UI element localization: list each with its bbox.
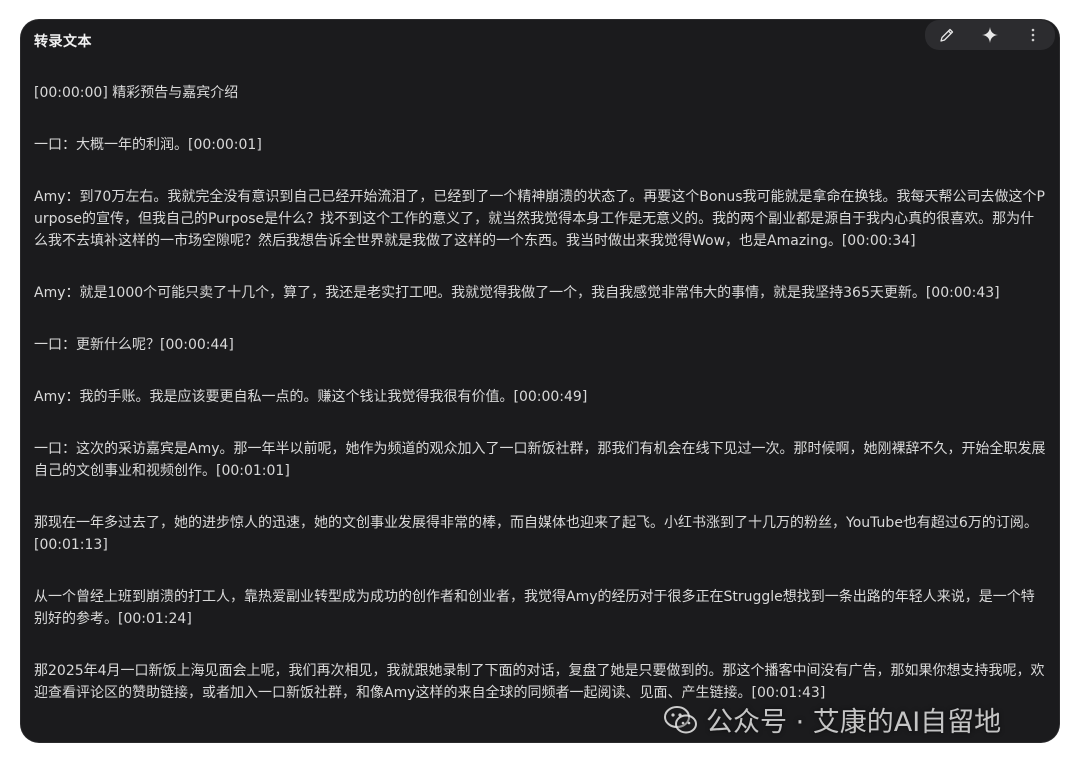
transcript-paragraph: 一口：大概一年的利润。[00:00:01]: [34, 137, 262, 153]
pencil-icon: [940, 28, 953, 42]
transcript-paragraph: [00:00:00] 精彩预告与嘉宾介绍: [34, 85, 239, 101]
more-vertical-icon: [1032, 28, 1035, 42]
transcript-paragraph: Amy：就是1000个可能只卖了十几个，算了，我还是老实打工吧。我就觉得我做了一…: [34, 285, 1000, 301]
watermark: 公众号 · 艾康的AI自留地: [664, 700, 1001, 739]
transcript-paragraph: 一口：更新什么呢？[00:00:44]: [34, 337, 234, 353]
transcript-panel: 转录文本 [00:00:00] 精彩预告与嘉宾介绍 一口：大概一年的利润。[00…: [21, 20, 1059, 742]
sparkle-icon: [981, 27, 998, 43]
transcript-paragraph: 那2025年4月一口新饭上海见面会上呢，我们再次相见，我就跟她录制了下面的对话，…: [34, 663, 1045, 701]
transcript-paragraph: 那现在一年多过去了，她的进步惊人的迅速，她的文创事业发展得非常的棒，而自媒体也迎…: [34, 515, 1038, 553]
transcript-paragraph: 一口：这次的采访嘉宾是Amy。那一年半以前呢，她作为频道的观众加入了一口新饭社群…: [34, 441, 1046, 479]
toolbar: [925, 20, 1055, 50]
watermark-text: 公众号 · 艾康的AI自留地: [706, 707, 1002, 738]
panel-title: 转录文本: [34, 34, 92, 50]
transcript-paragraph: Amy：到70万左右。我就完全没有意识到自己已经开始流泪了，已经到了一个精神崩溃…: [34, 189, 1045, 249]
ai-assist-button[interactable]: [976, 21, 1004, 49]
edit-button[interactable]: [933, 21, 961, 49]
transcript-content[interactable]: [00:00:00] 精彩预告与嘉宾介绍 一口：大概一年的利润。[00:00:0…: [34, 82, 1046, 742]
wechat-icon: [664, 705, 698, 735]
more-options-button[interactable]: [1019, 21, 1047, 49]
transcript-paragraph: Amy：我的手账。我是应该要更自私一点的。赚这个钱让我觉得我很有价值。[00:0…: [34, 389, 588, 405]
transcript-paragraph: 从一个曾经上班到崩溃的打工人，靠热爱副业转型成为成功的创作者和创业者，我觉得Am…: [34, 589, 1035, 627]
